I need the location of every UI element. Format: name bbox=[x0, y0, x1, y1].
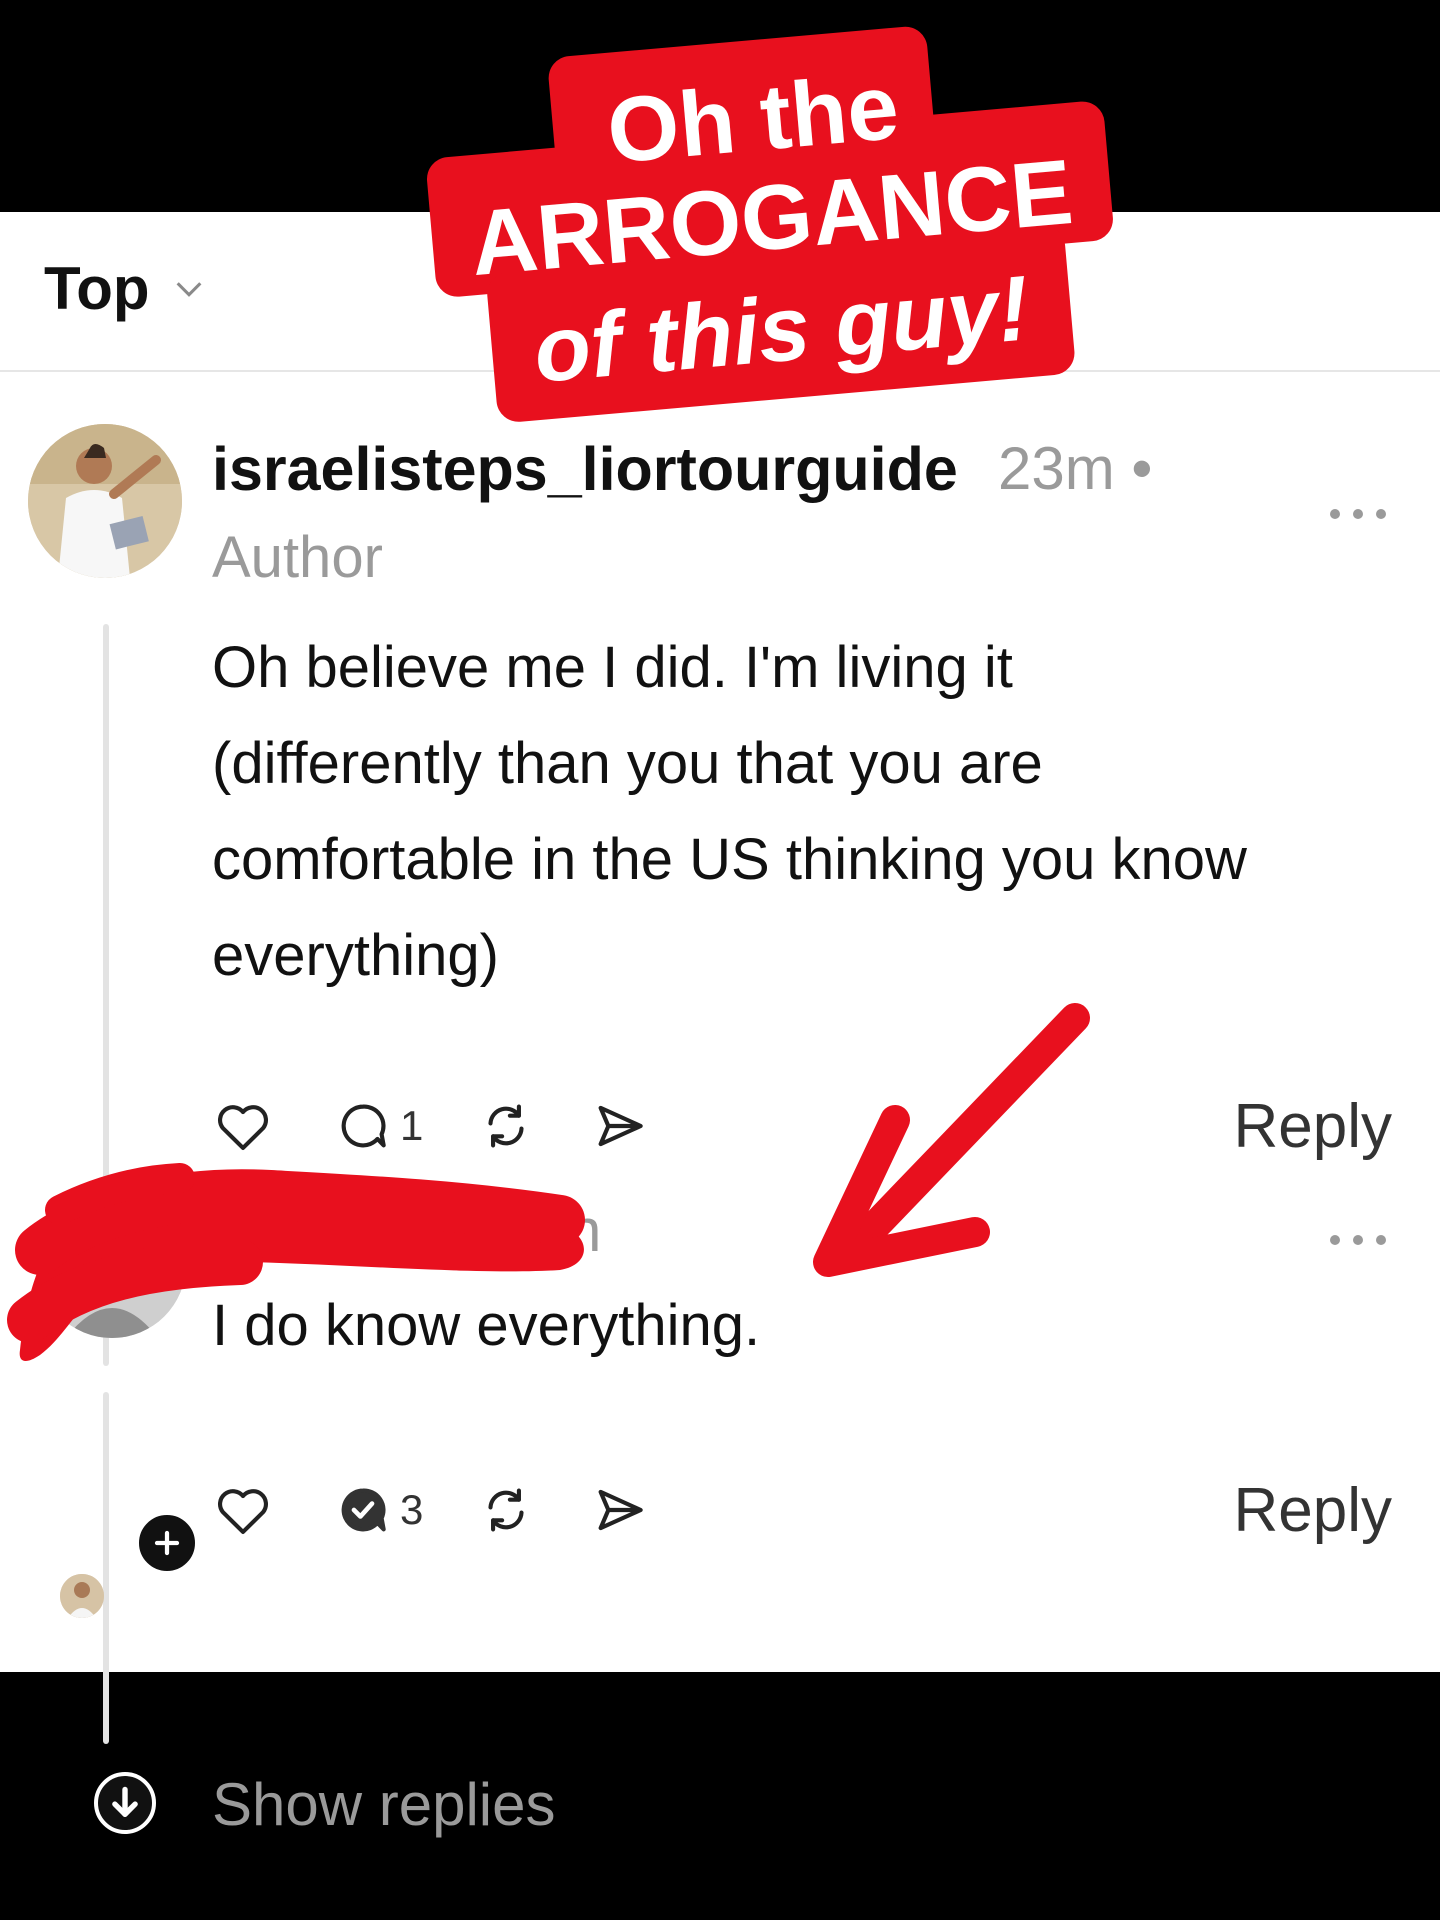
arrow-down-icon bbox=[112, 1786, 138, 1817]
follow-button[interactable] bbox=[134, 1510, 200, 1576]
comment-username[interactable]: israelisteps_liortourguide bbox=[212, 434, 958, 504]
heart-icon bbox=[218, 1489, 268, 1535]
reply-button[interactable]: Reply bbox=[1233, 1475, 1392, 1546]
repost-button[interactable] bbox=[475, 1479, 537, 1541]
comment-button[interactable]: 3 bbox=[332, 1479, 423, 1541]
caption-line-1: Oh the bbox=[603, 56, 902, 183]
plus-icon bbox=[154, 1530, 180, 1556]
comment-icon bbox=[341, 1104, 386, 1148]
chevron-down-icon bbox=[176, 281, 201, 297]
share-button[interactable] bbox=[589, 1479, 651, 1541]
share-icon bbox=[598, 1489, 644, 1531]
more-icon[interactable] bbox=[1330, 504, 1386, 524]
repost-icon bbox=[488, 1104, 524, 1148]
comments-panel: Top israelisteps_liortourguide 23m • Aut… bbox=[0, 212, 1440, 1838]
comment-actions: 3 Reply bbox=[212, 1470, 1392, 1550]
heart-icon bbox=[218, 1105, 268, 1151]
avatar bbox=[60, 1574, 104, 1618]
reply-count: 1 bbox=[400, 1102, 424, 1149]
show-replies-link[interactable]: Show replies bbox=[212, 1770, 556, 1839]
thread-line bbox=[103, 1392, 109, 1744]
avatar[interactable] bbox=[38, 1190, 186, 1338]
author-badge: Author bbox=[212, 525, 383, 590]
comment-text: I do know everything. bbox=[212, 1293, 761, 1358]
comment-timestamp: 23m • bbox=[998, 435, 1153, 502]
sort-bar: Top bbox=[0, 212, 1440, 372]
share-icon bbox=[598, 1105, 644, 1147]
comment-icon bbox=[341, 1488, 386, 1532]
reply-count: 3 bbox=[400, 1486, 424, 1533]
share-button[interactable] bbox=[589, 1095, 651, 1157]
comment-button[interactable]: 1 bbox=[332, 1095, 423, 1157]
avatar[interactable] bbox=[28, 424, 182, 578]
sort-label: Top bbox=[44, 255, 150, 322]
more-icon[interactable] bbox=[1330, 1230, 1386, 1250]
reply-button[interactable]: Reply bbox=[1233, 1091, 1392, 1162]
repost-button[interactable] bbox=[475, 1095, 537, 1157]
like-button[interactable] bbox=[212, 1479, 274, 1541]
comment-text: Oh believe me I did. I'm living it (diff… bbox=[212, 635, 1247, 988]
comment-actions: 1 Reply bbox=[212, 1086, 1392, 1166]
expand-replies-button[interactable] bbox=[94, 1772, 156, 1834]
comment-timestamp: n bbox=[568, 1197, 602, 1264]
like-button[interactable] bbox=[212, 1095, 274, 1157]
repost-icon bbox=[488, 1488, 524, 1532]
sort-dropdown[interactable]: Top bbox=[44, 254, 206, 323]
